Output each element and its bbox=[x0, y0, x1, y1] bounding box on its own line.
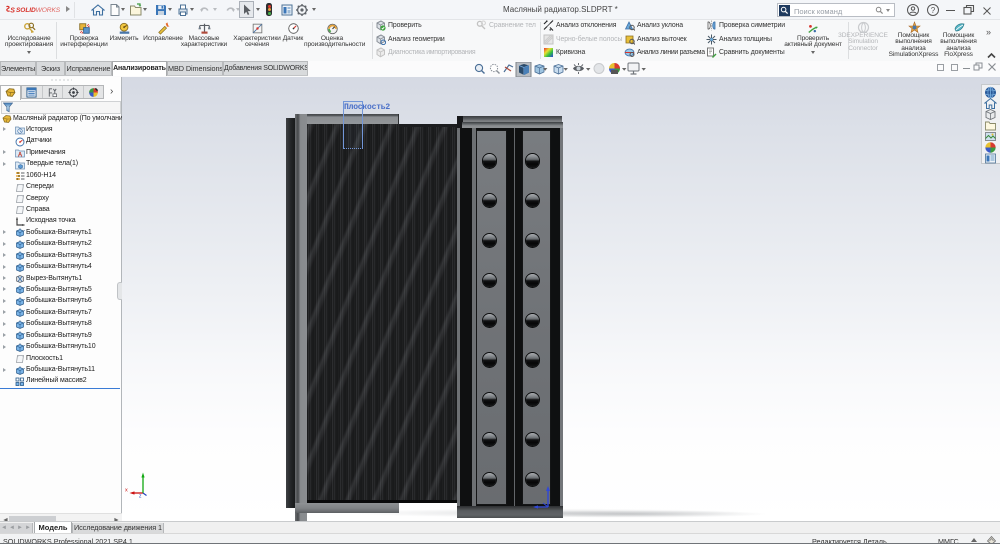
svg-text:?: ? bbox=[931, 6, 936, 15]
svg-text:S: S bbox=[10, 7, 15, 14]
svg-text:x: x bbox=[125, 488, 128, 494]
svg-text:SOLIDWORKS: SOLIDWORKS bbox=[16, 7, 61, 14]
svg-text:z: z bbox=[139, 494, 142, 499]
